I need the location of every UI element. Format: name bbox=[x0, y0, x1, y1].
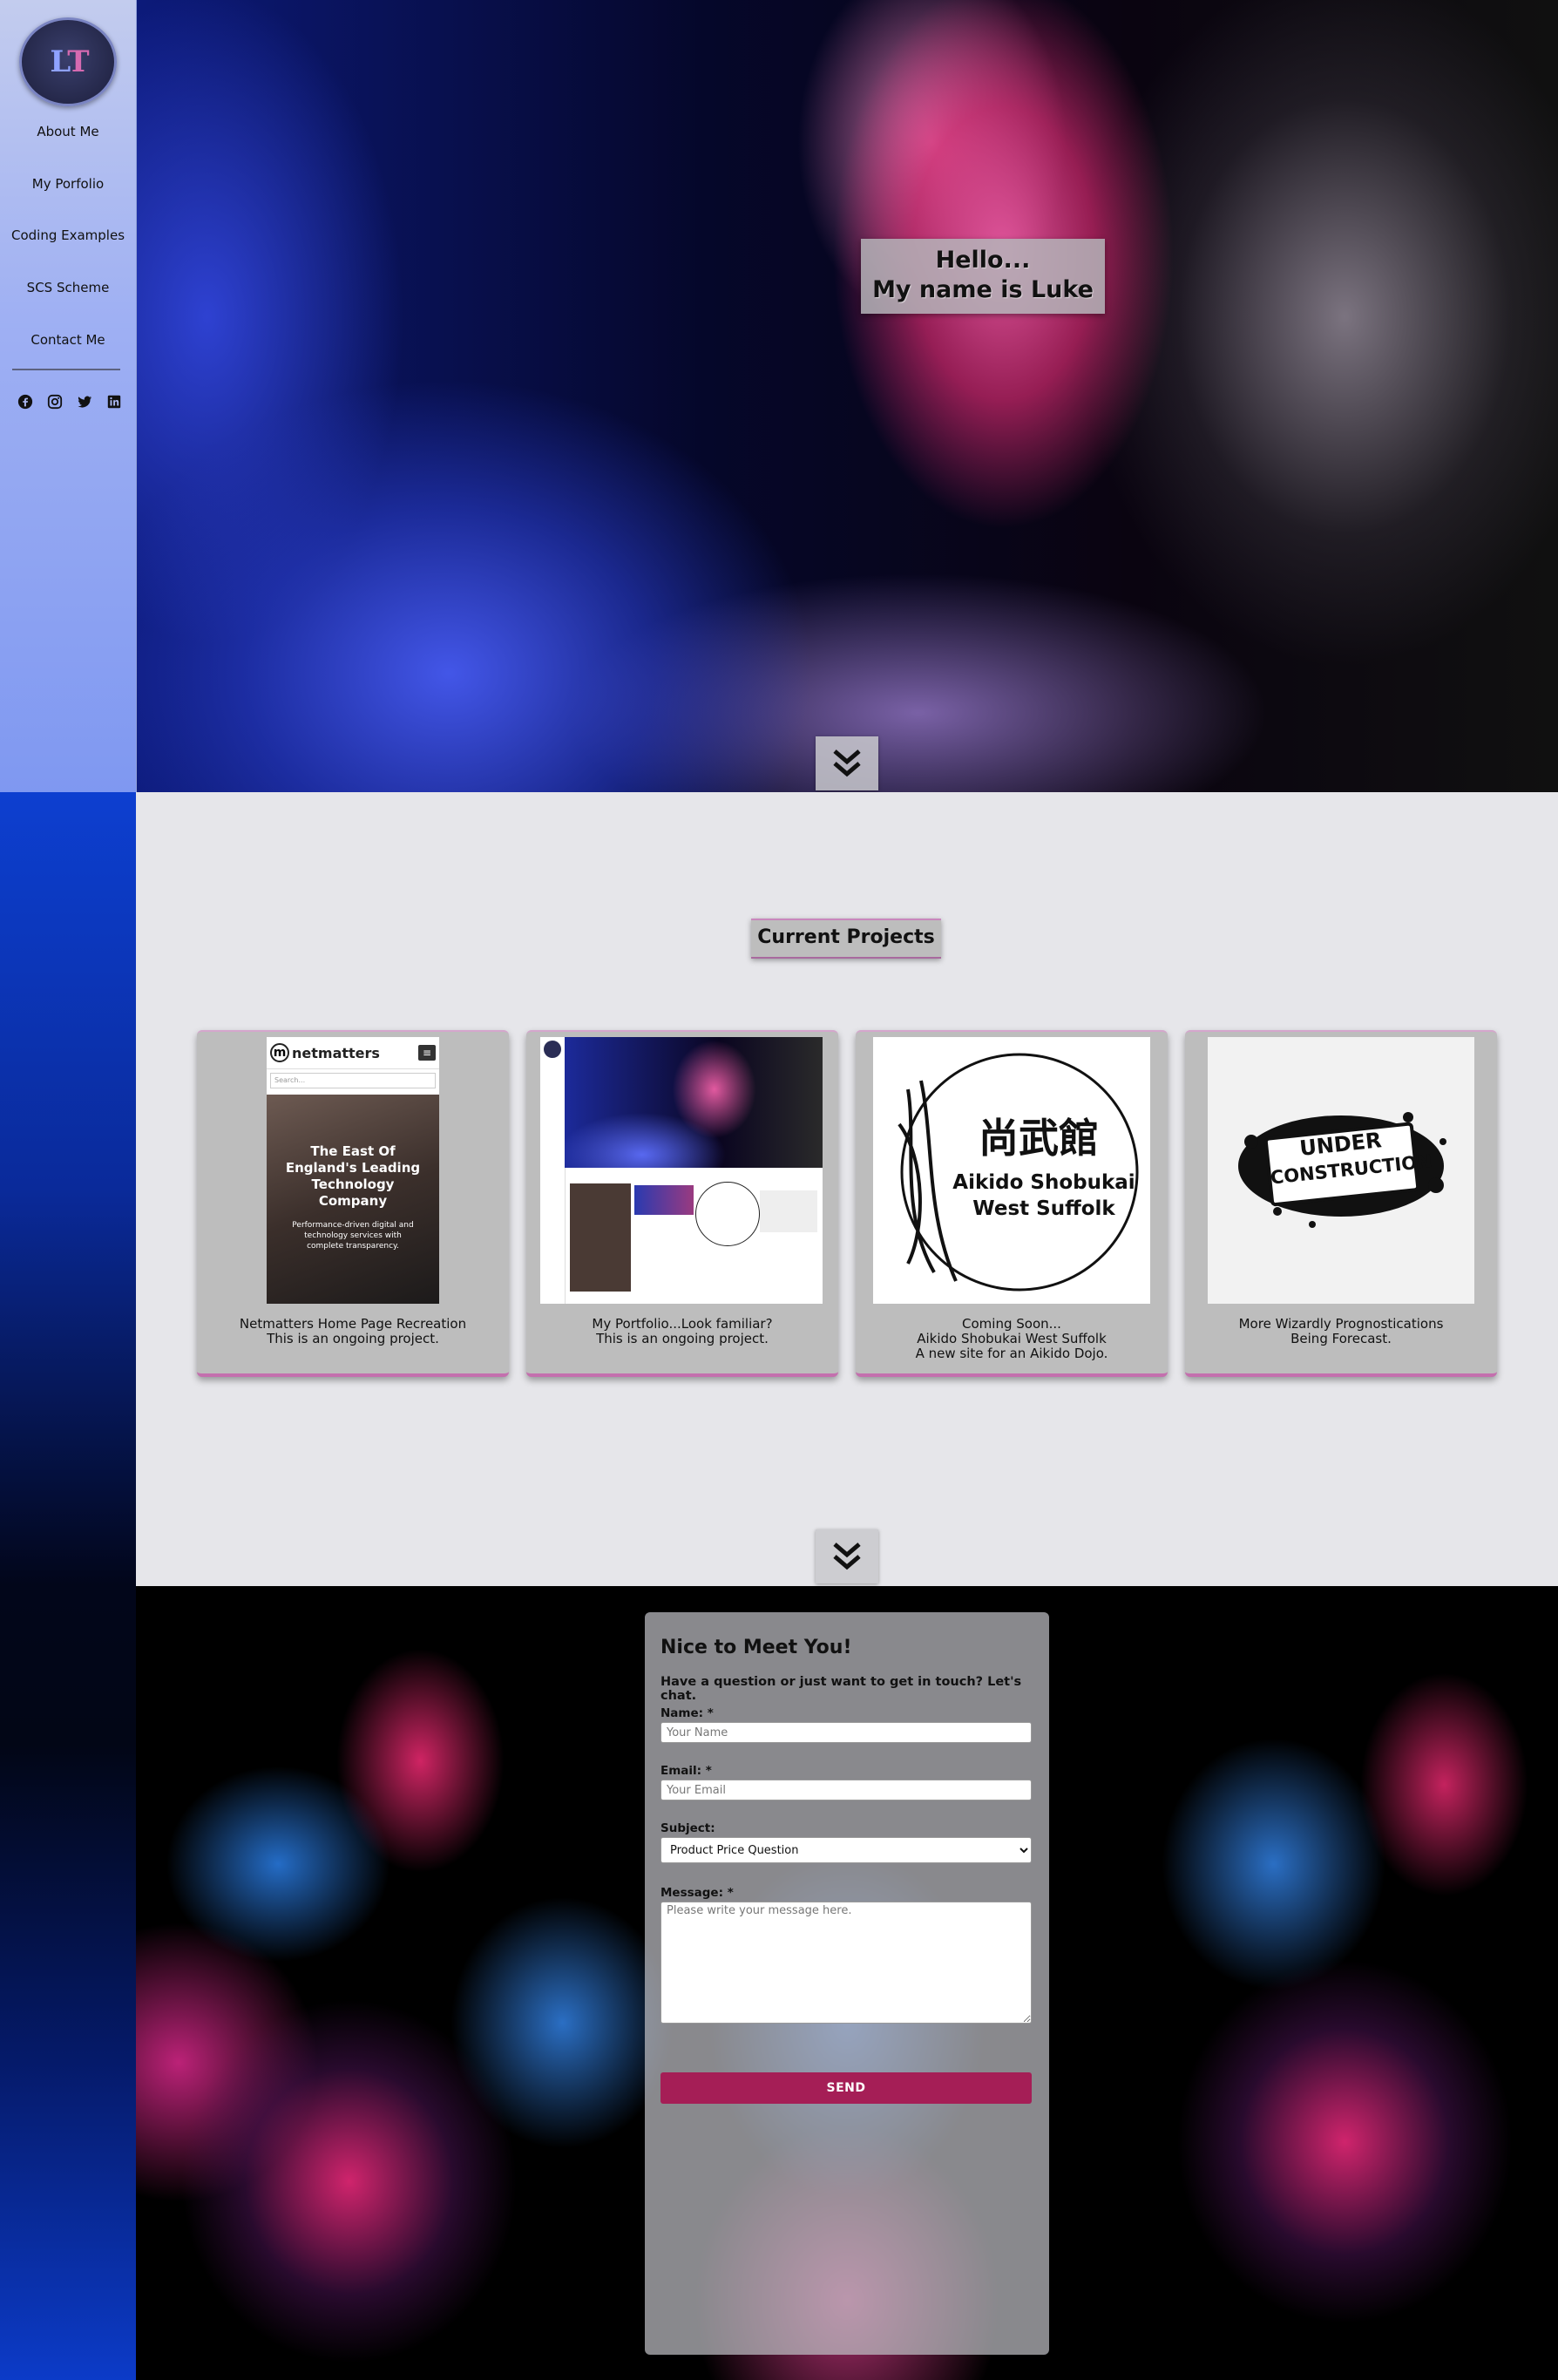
project-card-under-construction[interactable]: UNDER CONSTRUCTION More Wizardly Prognos… bbox=[1185, 1030, 1497, 1377]
projects-title: Current Projects bbox=[751, 919, 941, 959]
instagram-icon[interactable] bbox=[47, 394, 63, 413]
netmatters-brand: netmatters bbox=[292, 1044, 380, 1061]
portfolio-thumbnail bbox=[540, 1037, 823, 1304]
caption-line-1: Netmatters Home Page Recreation bbox=[239, 1316, 467, 1332]
logo-letter-t: T bbox=[67, 44, 89, 79]
scroll-down-button[interactable] bbox=[816, 736, 878, 790]
facebook-icon[interactable] bbox=[17, 394, 33, 413]
netmatters-search-box: Search... bbox=[270, 1073, 436, 1088]
project-card-aikido[interactable]: 尚武館 Aikido Shobukai West Suffolk Coming … bbox=[856, 1030, 1168, 1377]
caption-line-1: Coming Soon... bbox=[962, 1316, 1061, 1332]
aikido-thumbnail: 尚武館 Aikido Shobukai West Suffolk bbox=[873, 1037, 1150, 1304]
subject-label: Subject: bbox=[660, 1821, 715, 1835]
caption-line-1: My Portfolio...Look familiar? bbox=[592, 1316, 773, 1332]
message-textarea[interactable] bbox=[660, 1902, 1032, 2024]
social-links bbox=[17, 394, 122, 413]
hero-line-2: My name is Luke bbox=[872, 276, 1094, 303]
caption-line-2: This is an ongoing project. bbox=[267, 1331, 439, 1346]
under-construction-thumbnail: UNDER CONSTRUCTION bbox=[1208, 1037, 1474, 1304]
double-chevron-down-icon bbox=[833, 1543, 861, 1570]
name-label: Name: * bbox=[660, 1706, 714, 1720]
hero-section: Hello... My name is Luke bbox=[136, 0, 1558, 792]
project-caption: Netmatters Home Page Recreation This is … bbox=[197, 1317, 509, 1346]
sidebar-nav: LT About Me My Porfolio Coding Examples … bbox=[0, 0, 137, 792]
caption-line-1: More Wizardly Prognostications bbox=[1238, 1316, 1444, 1332]
message-label: Message: * bbox=[660, 1886, 734, 1900]
hero-line-1: Hello... bbox=[935, 247, 1031, 274]
nav-divider bbox=[12, 369, 120, 370]
caption-line-2: Aikido Shobukai West Suffolk bbox=[917, 1331, 1107, 1346]
double-chevron-down-icon bbox=[833, 749, 861, 777]
netmatters-headline: The East Of England's Leading Technology… bbox=[285, 1143, 421, 1209]
caption-line-2: This is an ongoing project. bbox=[596, 1331, 769, 1346]
netmatters-logo-icon: m bbox=[270, 1043, 289, 1062]
nav-scs-scheme[interactable]: SCS Scheme bbox=[0, 280, 136, 295]
caption-line-2: Being Forecast. bbox=[1290, 1331, 1392, 1346]
project-card-portfolio[interactable]: My Portfolio...Look familiar? This is an… bbox=[526, 1030, 838, 1377]
linkedin-icon[interactable] bbox=[106, 394, 122, 413]
contact-section: Nice to Meet You! Have a question or jus… bbox=[136, 1586, 1558, 2380]
hamburger-icon: ≡ bbox=[418, 1045, 436, 1061]
sidebar-background bbox=[0, 792, 136, 2380]
contact-intro: Have a question or just want to get in t… bbox=[660, 1675, 1022, 1703]
name-field[interactable] bbox=[660, 1722, 1032, 1743]
email-field[interactable] bbox=[660, 1780, 1032, 1800]
logo-letter-l: L bbox=[50, 44, 71, 79]
project-caption: My Portfolio...Look familiar? This is an… bbox=[526, 1317, 838, 1346]
aikido-name-2: West Suffolk bbox=[972, 1197, 1115, 1220]
send-button[interactable]: SEND bbox=[660, 2072, 1032, 2104]
netmatters-subtext: Performance-driven digital and technolog… bbox=[292, 1221, 414, 1251]
project-card-netmatters[interactable]: m netmatters ≡ Search... The East Of Eng… bbox=[197, 1030, 509, 1377]
contact-form: Nice to Meet You! Have a question or jus… bbox=[645, 1612, 1049, 2355]
subject-select[interactable]: Product Price Question bbox=[660, 1837, 1032, 1863]
aikido-name-1: Aikido Shobukai bbox=[952, 1171, 1135, 1194]
caption-line-3: A new site for an Aikido Dojo. bbox=[915, 1346, 1108, 1361]
netmatters-thumbnail: m netmatters ≡ Search... The East Of Eng… bbox=[267, 1037, 439, 1304]
project-caption: Coming Soon... Aikido Shobukai West Suff… bbox=[856, 1317, 1168, 1361]
email-label: Email: * bbox=[660, 1764, 712, 1778]
nav-contact-me[interactable]: Contact Me bbox=[0, 332, 136, 348]
nav-about-me[interactable]: About Me bbox=[0, 124, 136, 139]
projects-section: Current Projects m netmatters ≡ Search..… bbox=[136, 792, 1558, 1586]
logo[interactable]: LT bbox=[19, 17, 117, 106]
aikido-kanji: 尚武館 bbox=[979, 1115, 1099, 1162]
nav-coding-examples[interactable]: Coding Examples bbox=[0, 227, 136, 243]
project-caption: More Wizardly Prognostications Being For… bbox=[1185, 1317, 1497, 1346]
contact-title: Nice to Meet You! bbox=[660, 1637, 852, 1658]
hero-greeting: Hello... My name is Luke bbox=[861, 239, 1105, 314]
nav-my-portfolio[interactable]: My Porfolio bbox=[0, 176, 136, 192]
scroll-down-button[interactable] bbox=[816, 1529, 878, 1583]
twitter-icon[interactable] bbox=[77, 394, 92, 413]
